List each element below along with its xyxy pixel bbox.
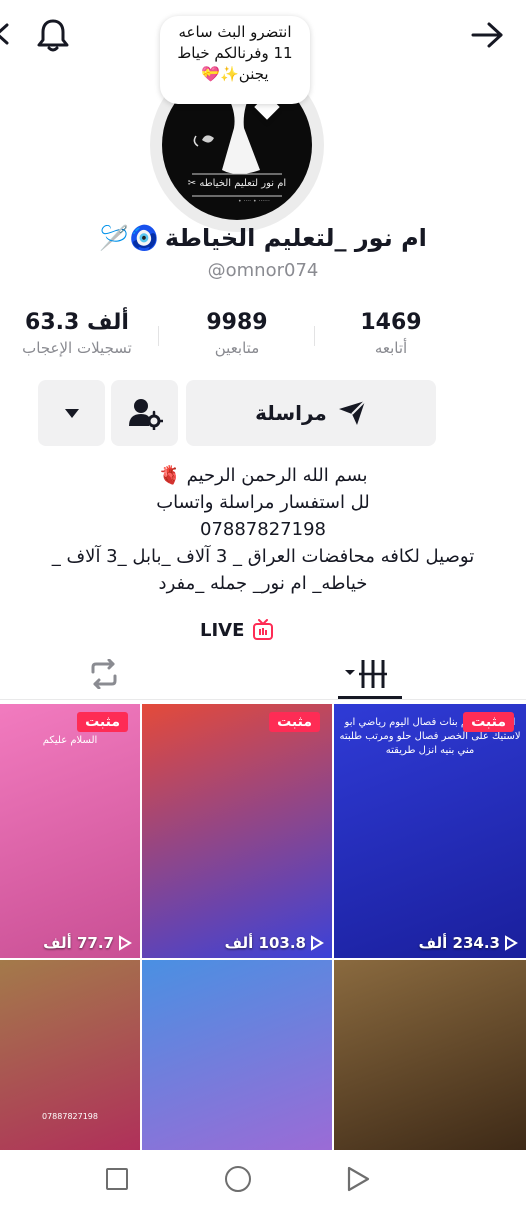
triangle-back-icon[interactable] <box>346 1166 370 1192</box>
video-thumbnail[interactable]: 07887827198 <box>0 960 140 1150</box>
profile-name-row: ام نور _لتعليم الخياطة 🧿🪡 <box>0 218 526 258</box>
view-count-text: 234.3 ألف <box>418 934 500 952</box>
content-tabs <box>0 648 526 700</box>
bubble-line-1: انتضرو البث ساعه <box>178 23 292 41</box>
suggested-friends-button[interactable] <box>111 380 178 446</box>
pinned-badge: مثبت <box>269 712 320 732</box>
avatar-logo-social-line: • ···· • ······ <box>238 198 270 205</box>
grid-sort-icon <box>345 660 387 688</box>
tab-reposts[interactable] <box>84 656 124 692</box>
bio-phone: 07887827198 <box>200 519 326 540</box>
view-count-text: 103.8 ألف <box>224 934 306 952</box>
system-nav-bar <box>0 1150 526 1210</box>
view-count-text: 77.7 ألف <box>43 934 114 952</box>
avatar-logo-title: ام نور لتعليم الخياطه ✂ <box>187 178 287 189</box>
view-count: 77.7 ألف <box>43 934 132 952</box>
active-tab-indicator <box>338 696 402 699</box>
video-thumbnail[interactable]: السلام عليكم مثبت 77.7 ألف <box>0 704 140 958</box>
stat-following[interactable]: 1469 أتابعه <box>316 310 466 357</box>
video-grid: السلام عليكم بنات فصال اليوم رياضي ابو ل… <box>0 704 526 1150</box>
play-icon <box>311 935 324 951</box>
stats-divider <box>158 326 159 346</box>
likes-label: تسجيلات الإعجاب <box>22 339 132 357</box>
more-options-button[interactable] <box>38 380 105 446</box>
repost-icon <box>91 659 117 689</box>
profile-name: ام نور _لتعليم الخياطة <box>164 224 427 252</box>
message-button[interactable]: مراسلة <box>186 380 436 446</box>
video-thumbnail[interactable] <box>334 960 526 1150</box>
square-icon[interactable] <box>106 1168 128 1190</box>
video-caption: السلام عليكم <box>42 735 98 746</box>
bio-line-4: توصيل لكافه محافضات العراق _ 3 آلاف _باب… <box>51 546 475 567</box>
live-note-bubble[interactable]: انتضرو البث ساعه 11 وفرنالكم خياط يجنن✨💝 <box>160 16 310 104</box>
video-caption: 07887827198 <box>42 1112 98 1121</box>
send-icon <box>338 400 366 425</box>
profile-bio: بسم الله الرحمن الرحيم 🫀 لل استفسار مراس… <box>0 462 526 597</box>
video-thumbnail[interactable] <box>142 960 332 1150</box>
chevron-left-icon[interactable] <box>0 14 16 54</box>
bio-line-5: خياطه_ ام نور_ جمله _مفرد <box>158 573 368 594</box>
view-count: 234.3 ألف <box>419 934 518 952</box>
circle-icon[interactable] <box>225 1166 251 1192</box>
bubble-line-3: يجنن✨💝 <box>201 65 269 83</box>
stats-row: 1469 أتابعه 9989 متابعين 63.3 ألف تسجيلا… <box>0 310 526 370</box>
name-emojis: 🧿🪡 <box>99 224 159 252</box>
play-icon <box>119 935 132 951</box>
video-thumbnail[interactable]: السلام عليكم بنات فصال اليوم رياضي ابو ل… <box>334 704 526 958</box>
following-count: 1469 <box>360 310 422 335</box>
live-label: LIVE <box>200 619 245 641</box>
likes-count: 63.3 ألف <box>25 310 129 335</box>
view-count: 103.8 ألف <box>225 934 324 952</box>
stat-likes[interactable]: 63.3 ألف تسجيلات الإعجاب <box>2 310 152 357</box>
bubble-line-2: 11 وفرنالكم خياط <box>177 44 293 62</box>
profile-username: @omnor074 <box>207 260 319 281</box>
tab-videos[interactable] <box>338 656 394 692</box>
arrow-right-icon[interactable] <box>464 12 510 58</box>
video-thumbnail[interactable]: مثبت 103.8 ألف <box>142 704 332 958</box>
stat-followers[interactable]: 9989 متابعين <box>162 310 312 357</box>
play-icon <box>505 935 518 951</box>
bio-line-1: بسم الله الرحمن الرحيم 🫀 <box>158 465 368 486</box>
bio-line-2: لل استفسار مراسلة واتساب <box>156 492 370 513</box>
bell-icon[interactable] <box>30 12 76 58</box>
message-label: مراسلة <box>255 401 327 425</box>
following-label: أتابعه <box>374 339 408 357</box>
user-settings-icon <box>128 399 163 430</box>
live-link[interactable]: LIVE <box>200 618 274 642</box>
followers-count: 9989 <box>206 310 268 335</box>
stats-divider <box>314 326 315 346</box>
followers-label: متابعين <box>214 339 260 357</box>
caret-down-icon <box>64 409 79 418</box>
pinned-badge: مثبت <box>463 712 514 732</box>
pinned-badge: مثبت <box>77 712 128 732</box>
tv-icon <box>253 619 274 640</box>
